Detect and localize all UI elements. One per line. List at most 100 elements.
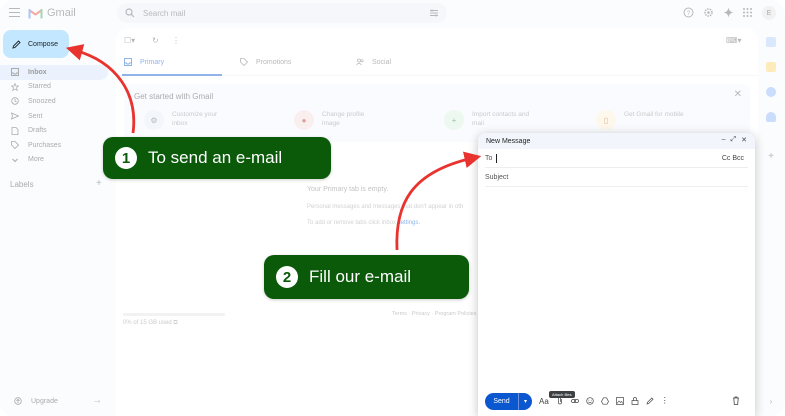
people-icon (356, 58, 364, 66)
more-vert-icon[interactable]: ⋮ (172, 36, 180, 45)
sidebar-nav: Inbox Starred Snoozed Sent Drafts Purcha… (0, 65, 110, 167)
tab-label: Primary (140, 58, 165, 66)
upgrade-button[interactable]: Upgrade (14, 397, 58, 405)
getting-started-item-profile[interactable]: ● Change profile image (294, 110, 382, 130)
sidebar-item-label: Sent (28, 112, 43, 120)
send-button[interactable]: Send ▾ (485, 392, 532, 410)
annotation-step-2: 2 Fill our e-mail (264, 255, 469, 299)
storage-usage: 0% of 15 GB used ⧉ (123, 320, 178, 327)
step-number: 1 (115, 147, 137, 169)
tag-icon (11, 141, 19, 150)
subject-field[interactable]: Subject (485, 168, 748, 187)
footer-links[interactable]: Terms · Privacy · Program Policies (392, 311, 476, 317)
upgrade-label: Upgrade (31, 397, 58, 405)
tab-primary[interactable]: Primary (124, 58, 164, 66)
sidebar-item-drafts[interactable]: Drafts (0, 123, 110, 138)
discard-draft-icon[interactable] (732, 396, 740, 405)
tasks-icon[interactable] (766, 87, 776, 97)
close-icon[interactable]: ✕ (741, 136, 747, 144)
sidebar-item-inbox[interactable]: Inbox (0, 65, 108, 80)
settings-icon: ⚙ (144, 110, 164, 130)
to-field[interactable]: To Cc Bcc (485, 149, 748, 168)
getting-started-item-customize[interactable]: ⚙ Customize your inbox (144, 110, 232, 130)
compose-window-title: New Message (486, 137, 531, 145)
settings-link[interactable]: settings. (398, 220, 420, 226)
empty-tab-title: Your Primary tab is empty. (307, 186, 389, 193)
select-checkbox-icon[interactable]: ☐▾ (124, 36, 135, 45)
text-cursor (496, 153, 498, 163)
gmail-m-icon (28, 8, 43, 18)
filter-icon[interactable] (429, 8, 439, 18)
draft-icon (11, 126, 19, 135)
getting-started-item-text: Customize your inbox (172, 111, 218, 127)
sidebar-item-purchases[interactable]: Purchases (0, 138, 110, 153)
pencil-icon (12, 39, 21, 49)
chevron-right-icon[interactable]: › (766, 397, 776, 407)
keyboard-icon[interactable]: ⌨▾ (726, 36, 742, 45)
step-text: Fill our e-mail (309, 267, 412, 286)
open-in-new-icon[interactable]: ⧉ (173, 320, 177, 326)
signature-pen-icon[interactable] (646, 397, 654, 405)
sidebar-item-label: Starred (28, 83, 51, 91)
empty-tab-description: Personal messages and messages that don'… (307, 204, 464, 210)
to-label: To (485, 154, 493, 162)
tab-social[interactable]: Social (356, 58, 391, 66)
link-icon[interactable] (570, 397, 579, 405)
drive-icon[interactable] (600, 397, 609, 405)
sidebar-item-label: Snoozed (28, 97, 56, 105)
getting-started-item-import[interactable]: + Import contacts and mail (444, 110, 532, 130)
more-options-icon[interactable]: ⋮ (661, 397, 669, 405)
getting-started-item-text: Change profile image (322, 111, 365, 127)
empty-tab-hint-text: To add or remove tabs click inbox (307, 220, 398, 226)
step-text: To send an e-mail (148, 148, 283, 167)
attach-tooltip: Attach files (549, 391, 575, 398)
phone-icon: ▯ (596, 110, 616, 130)
keep-icon[interactable] (766, 62, 776, 72)
compose-window-header[interactable]: New Message – ⤢ ✕ (478, 133, 755, 149)
expand-icon[interactable]: ⤢ (731, 136, 737, 144)
annotation-step-1: 1 To send an e-mail (103, 137, 331, 179)
getting-started-item-mobile[interactable]: ▯ Get Gmail for mobile (596, 110, 684, 130)
avatar[interactable]: E (762, 6, 776, 20)
compose-window-controls: – ⤢ ✕ (722, 136, 747, 144)
tag-icon (240, 58, 248, 66)
sidebar-item-starred[interactable]: Starred (0, 80, 110, 95)
getting-started-item-text: Import contacts and mail (472, 111, 530, 127)
help-icon[interactable]: ? (683, 7, 694, 18)
clock-icon (11, 97, 19, 106)
search-icon[interactable] (125, 8, 135, 18)
inbox-icon (124, 58, 132, 66)
schedule-send-dropdown-icon[interactable]: ▾ (519, 398, 532, 405)
calendar-icon[interactable] (766, 37, 776, 47)
sidebar-item-snoozed[interactable]: Snoozed (0, 94, 110, 109)
cc-bcc-button[interactable]: Cc Bcc (722, 155, 744, 162)
subject-placeholder: Subject (485, 173, 509, 181)
close-icon[interactable]: ✕ (734, 89, 742, 100)
settings-gear-icon[interactable] (703, 7, 714, 18)
emoji-icon[interactable] (586, 397, 594, 405)
attach-icon[interactable] (556, 397, 564, 405)
main-menu-icon[interactable] (9, 8, 20, 17)
search-bar[interactable]: Search mail (117, 3, 447, 23)
sidebar-item-more[interactable]: More (0, 153, 110, 168)
refresh-icon[interactable]: ↻ (152, 36, 159, 45)
compose-toolbar: Send ▾ Aa ⋮ (485, 392, 748, 410)
compose-button[interactable]: Compose (3, 30, 69, 58)
contacts-icon: + (444, 110, 464, 130)
apps-grid-icon[interactable] (742, 7, 753, 18)
add-addon-icon[interactable]: + (766, 152, 776, 162)
arrow-right-icon[interactable]: → (92, 395, 102, 406)
minimize-icon[interactable]: – (722, 136, 726, 144)
compose-label: Compose (28, 40, 58, 48)
formatting-options-button[interactable]: Aa (539, 397, 549, 406)
photo-icon[interactable] (615, 397, 624, 405)
add-label-icon[interactable]: + (96, 178, 102, 189)
contacts-icon[interactable] (766, 112, 776, 122)
gmail-logo[interactable]: Gmail (28, 7, 76, 19)
tab-promotions[interactable]: Promotions (240, 58, 291, 66)
gemini-sparkle-icon[interactable] (723, 7, 734, 18)
getting-started-title: Get started with Gmail (134, 92, 214, 101)
confidential-lock-icon[interactable] (631, 397, 639, 405)
sidebar-item-sent[interactable]: Sent (0, 109, 110, 124)
search-input[interactable]: Search mail (143, 9, 185, 18)
